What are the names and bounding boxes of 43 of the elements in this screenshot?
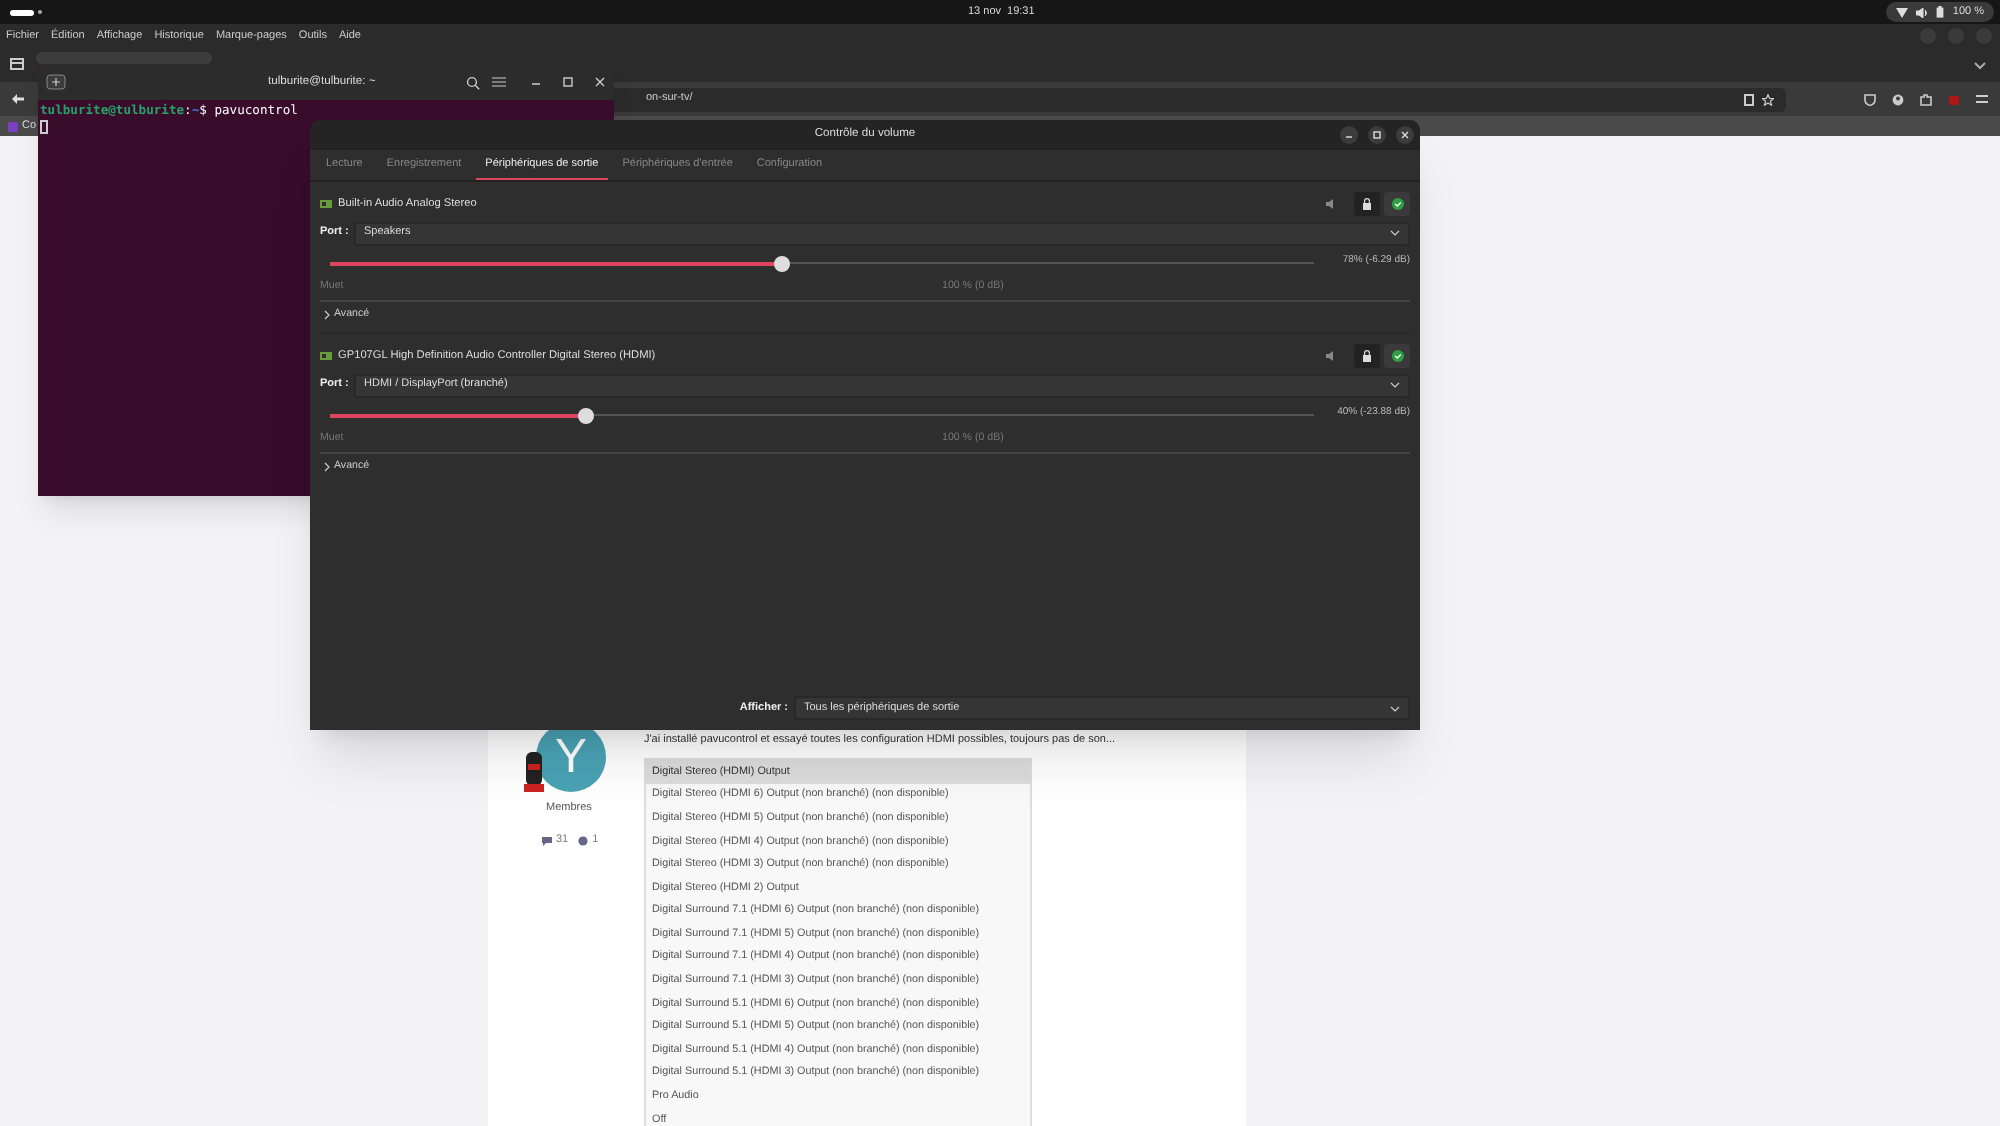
check-circle-icon: [1391, 350, 1403, 362]
speaker-icon[interactable]: [1326, 350, 1338, 362]
lock-icon: [1362, 350, 1372, 362]
search-icon[interactable]: [466, 75, 480, 89]
comment-icon: [542, 835, 552, 846]
chevron-right-icon: [324, 310, 330, 320]
network-icon: [1896, 7, 1909, 17]
lock-icon: [1362, 198, 1372, 210]
default-device-button[interactable]: [1384, 344, 1410, 368]
reader-view-icon[interactable]: [1744, 93, 1754, 105]
back-arrow-icon[interactable]: [12, 94, 24, 104]
slider-thumb[interactable]: [774, 255, 791, 271]
maximize-icon[interactable]: [562, 76, 574, 88]
star-icon[interactable]: [1762, 93, 1774, 105]
check-circle-icon: [1391, 198, 1403, 210]
speaker-icon: [1916, 7, 1929, 17]
lock-button[interactable]: [1354, 192, 1380, 216]
chevron-down-icon: [1390, 382, 1400, 388]
default-device-button[interactable]: [1384, 192, 1410, 216]
menu-icon[interactable]: [492, 76, 506, 88]
lock-button[interactable]: [1354, 344, 1380, 368]
minimize-icon[interactable]: [1340, 126, 1358, 144]
workspace-indicator[interactable]: [10, 9, 34, 15]
speaker-icon[interactable]: [1326, 198, 1338, 210]
battery-icon: [1936, 6, 1945, 18]
sound-card-icon: [320, 198, 332, 210]
new-tab-icon[interactable]: [46, 74, 66, 90]
close-icon[interactable]: [1396, 126, 1414, 144]
close-icon[interactable]: [594, 76, 606, 88]
maximize-icon[interactable]: [1368, 126, 1386, 144]
shield-icon[interactable]: [1864, 93, 1876, 105]
rank-badge-icon: [524, 752, 544, 792]
chevron-down-icon[interactable]: [1974, 62, 1986, 70]
menu-icon[interactable]: [1976, 94, 1988, 104]
sound-card-icon: [320, 350, 332, 362]
chevron-right-icon: [324, 462, 330, 472]
slider-thumb[interactable]: [577, 407, 594, 423]
text-cursor: [40, 120, 48, 135]
chevron-down-icon: [1390, 705, 1400, 711]
reputation-icon: [578, 835, 589, 846]
account-icon[interactable]: [1892, 93, 1904, 105]
tab-list-icon[interactable]: [10, 58, 24, 70]
chevron-down-icon: [1390, 230, 1400, 236]
